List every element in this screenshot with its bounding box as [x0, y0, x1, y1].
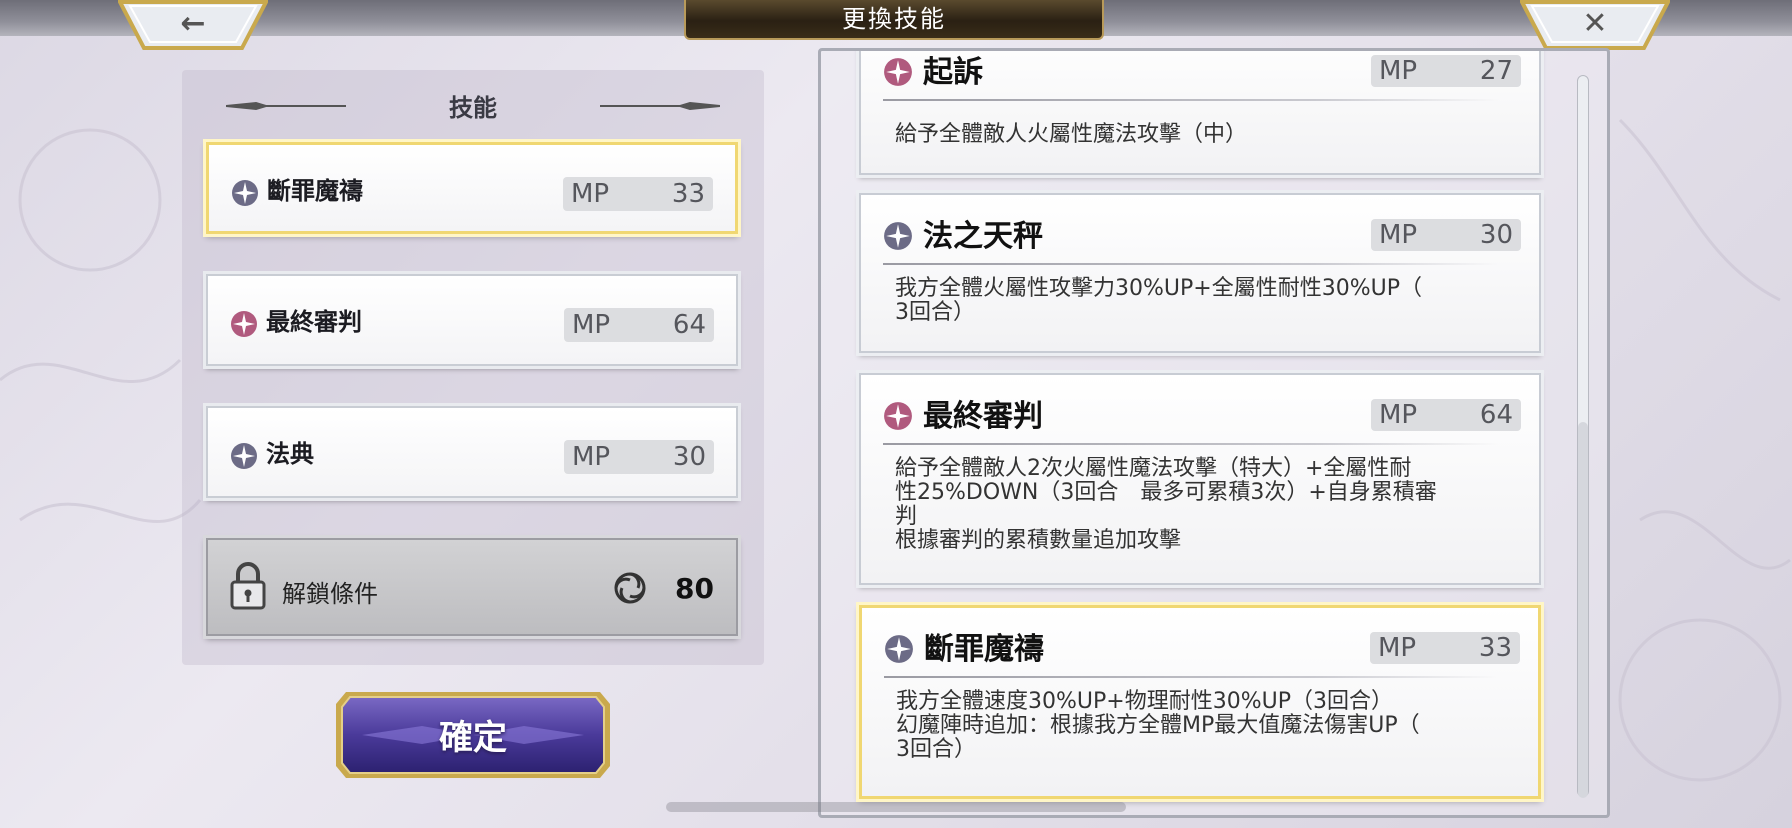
skill-name: 法典	[266, 439, 314, 468]
divider	[883, 99, 1499, 101]
skill-element-icon	[884, 402, 912, 430]
skill-name: 起訴	[923, 55, 983, 90]
arrow-left-icon: ←	[180, 6, 206, 41]
mp-value: 64	[1479, 400, 1513, 430]
mp-cost-badge: MP 64	[564, 308, 714, 342]
mp-value: 30	[672, 442, 706, 472]
skill-name: 法之天秤	[923, 219, 1043, 254]
skill-description: 我方全體火屬性攻擊力30%UP+全屬性耐性30%UP（ 3回合）	[895, 276, 1422, 325]
equipped-skills-panel: 技能 斷罪魔禱 MP 33 最終審判 MP 64 法典 MP 30 解鎖條件 8…	[182, 70, 764, 665]
unlock-requirement-value: 80	[675, 572, 714, 605]
skill-option-card[interactable]: 起訴 MP 27 給予全體敵人火屬性魔法攻擊（中）	[859, 51, 1541, 175]
close-button[interactable]: ✕	[1520, 0, 1670, 50]
divider	[883, 443, 1499, 445]
mp-cost-badge: MP 30	[1371, 219, 1521, 251]
locked-skill-slot[interactable]: 解鎖條件 80	[206, 538, 738, 636]
mp-cost-badge: MP 33	[563, 177, 713, 211]
skill-name: 斷罪魔禱	[924, 632, 1044, 667]
skill-element-icon	[232, 180, 258, 206]
skill-element-icon	[884, 58, 912, 86]
skills-header: 技能	[182, 88, 764, 122]
mp-value: 30	[1479, 220, 1513, 250]
mp-cost-badge: MP 64	[1371, 399, 1521, 431]
skills-title: 技能	[449, 93, 497, 122]
scrollbar[interactable]	[1577, 75, 1589, 798]
mp-value: 64	[672, 310, 706, 340]
mp-cost-badge: MP 30	[564, 440, 714, 474]
page-title: 更換技能	[684, 0, 1104, 40]
mp-value: 33	[1478, 633, 1512, 663]
mp-value: 33	[671, 179, 705, 209]
back-button[interactable]: ←	[118, 0, 268, 50]
mp-cost-badge: MP 27	[1371, 55, 1521, 87]
skill-name: 最終審判	[266, 307, 362, 336]
skill-option-card[interactable]: 最終審判 MP 64 給予全體敵人2次火屬性魔法攻擊（特大）+全屬性耐 性25%…	[859, 373, 1541, 585]
skill-option-card[interactable]: 法之天秤 MP 30 我方全體火屬性攻擊力30%UP+全屬性耐性30%UP（ 3…	[859, 193, 1541, 353]
confirm-label: 確定	[439, 718, 507, 758]
home-indicator	[666, 802, 1126, 812]
skill-element-icon	[884, 222, 912, 250]
spiral-icon	[614, 572, 646, 604]
mp-label: MP	[1378, 633, 1417, 663]
close-icon: ✕	[1582, 6, 1608, 41]
skill-description: 給予全體敵人火屬性魔法攻擊（中）	[895, 122, 1248, 147]
skill-description: 給予全體敵人2次火屬性魔法攻擊（特大）+全屬性耐 性25%DOWN（3回合 最多…	[895, 456, 1437, 553]
scrollbar-thumb[interactable]	[1578, 422, 1588, 798]
mp-label: MP	[1379, 400, 1418, 430]
skill-element-icon	[231, 311, 257, 337]
skill-description: 我方全體速度30%UP+物理耐性30%UP（3回合） 幻魔陣時追加：根據我方全體…	[896, 689, 1420, 762]
confirm-button[interactable]: 確定	[332, 688, 614, 782]
mp-label: MP	[572, 442, 611, 472]
mp-label: MP	[571, 179, 610, 209]
mp-cost-badge: MP 33	[1370, 632, 1520, 664]
mp-label: MP	[1379, 220, 1418, 250]
mp-label: MP	[572, 310, 611, 340]
header-ornament-left	[226, 102, 346, 110]
equipped-skill-card[interactable]: 最終審判 MP 64	[206, 274, 738, 366]
divider	[883, 263, 1499, 265]
skill-element-icon	[885, 635, 913, 663]
lock-icon	[230, 562, 266, 610]
skill-name: 最終審判	[923, 399, 1043, 434]
header-ornament-right	[600, 102, 720, 110]
skill-list-panel[interactable]: 起訴 MP 27 給予全體敵人火屬性魔法攻擊（中） 法之天秤 MP 30 我方全…	[818, 48, 1610, 818]
skill-name: 斷罪魔禱	[267, 176, 363, 205]
skill-option-card[interactable]: 斷罪魔禱 MP 33 我方全體速度30%UP+物理耐性30%UP（3回合） 幻魔…	[859, 605, 1541, 799]
unlock-condition-label: 解鎖條件	[282, 580, 378, 608]
mp-label: MP	[1379, 56, 1418, 86]
equipped-skill-card[interactable]: 法典 MP 30	[206, 406, 738, 498]
mp-value: 27	[1479, 56, 1513, 86]
skill-element-icon	[231, 443, 257, 469]
divider	[884, 676, 1498, 678]
equipped-skill-card[interactable]: 斷罪魔禱 MP 33	[206, 142, 738, 234]
